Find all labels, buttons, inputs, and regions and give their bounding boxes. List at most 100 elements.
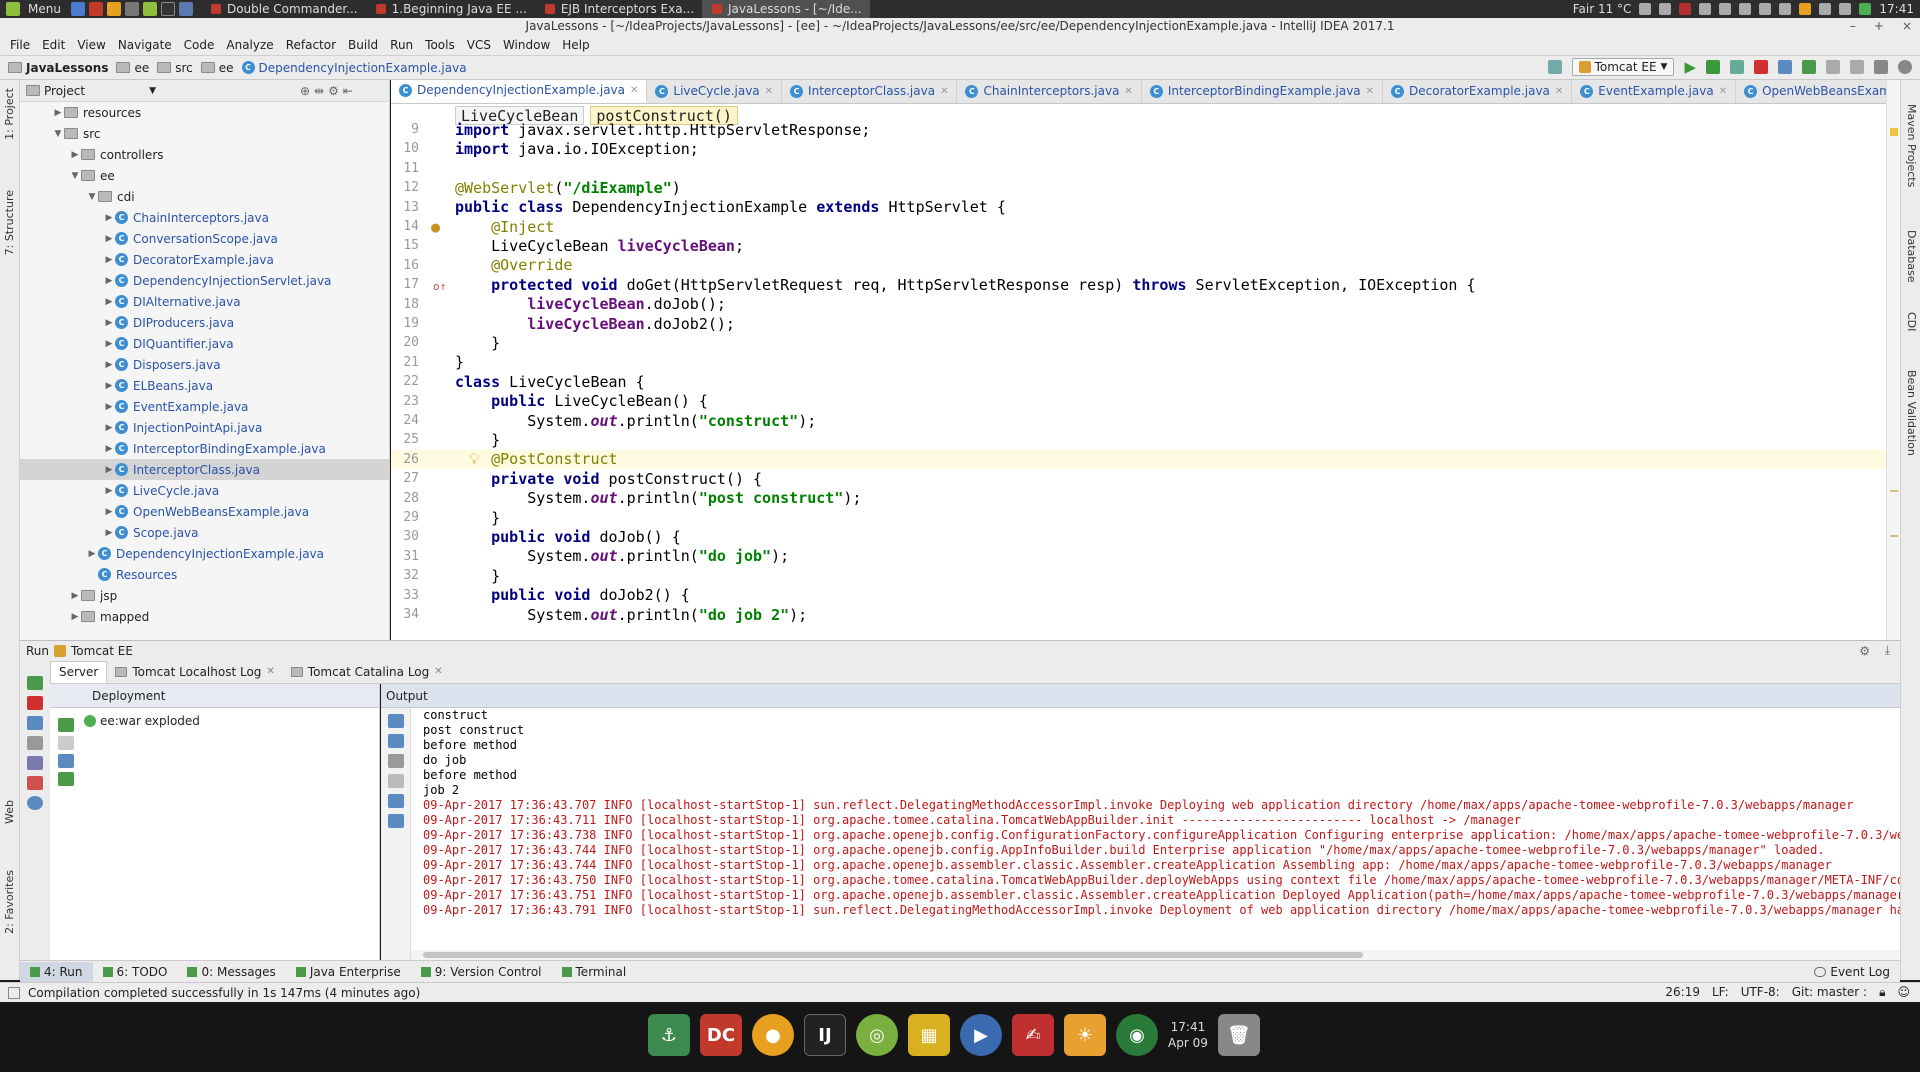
nav-crumb[interactable]: ee [200, 61, 234, 75]
editor-tab[interactable]: C InterceptorClass.java ✕ [782, 80, 958, 103]
menu-navigate[interactable]: Navigate [112, 38, 178, 52]
weather-app-icon[interactable]: ☀ [1064, 1014, 1106, 1056]
tool-tab[interactable]: 0: Messages [177, 962, 285, 982]
code-line[interactable]: 26 💡︎ @PostConstruct [391, 449, 1900, 469]
chevron-right-icon[interactable]: ▶ [103, 213, 115, 223]
help-icon[interactable] [27, 796, 43, 810]
code-line[interactable]: 19 liveCycleBean.doJob2(); [391, 314, 1900, 333]
user-icon[interactable] [1639, 3, 1652, 15]
inspector-icon[interactable]: ☺ [1897, 985, 1910, 1000]
tree-item[interactable]: ▶ C DependencyInjectionServlet.java [20, 270, 389, 291]
tree-item[interactable]: ▶ resources [20, 102, 389, 123]
menu-help[interactable]: Help [556, 38, 595, 52]
warning-marker-icon[interactable] [1890, 128, 1898, 136]
files-app-icon[interactable]: ▦ [908, 1014, 950, 1056]
system-clock[interactable]: 17:41 [1879, 2, 1914, 16]
menu-edit[interactable]: Edit [36, 38, 71, 52]
tool-tab[interactable]: Terminal [552, 962, 637, 982]
chevron-right-icon[interactable]: ▶ [69, 612, 81, 622]
settings-gear-icon[interactable]: ⚙ [328, 84, 339, 98]
chevron-right-icon[interactable]: ▶ [69, 591, 81, 601]
code-line[interactable]: 34 System.out.println("do job 2"); [391, 605, 1900, 624]
terminal-launcher-icon[interactable] [160, 2, 175, 16]
tree-item[interactable]: ▶ C DIAlternative.java [20, 291, 389, 312]
keyboard-layout-icon[interactable] [1679, 3, 1692, 15]
scroll-up-icon[interactable] [388, 714, 404, 728]
app-launcher-icon[interactable] [142, 2, 157, 16]
close-icon[interactable]: ✕ [1366, 86, 1374, 97]
volume-icon[interactable] [1719, 3, 1732, 15]
close-icon[interactable]: ✕ [765, 86, 773, 97]
chevron-right-icon[interactable]: ▶ [103, 465, 115, 475]
tree-item[interactable]: ▶ C InjectionPointApi.java [20, 417, 389, 438]
toggle-tool-windows-icon[interactable] [8, 986, 20, 999]
tree-item[interactable]: ▼ cdi [20, 186, 389, 207]
chrome-icon[interactable]: ● [752, 1014, 794, 1056]
project-structure-icon[interactable] [1874, 60, 1888, 74]
chevron-right-icon[interactable]: ▶ [52, 108, 64, 118]
radar-app-icon[interactable]: ◉ [1116, 1014, 1158, 1056]
gutter[interactable]: ● [419, 218, 455, 236]
editor-tab[interactable]: COpenWebBeansExample.java✕ [1736, 80, 1900, 103]
update-app-icon[interactable] [27, 716, 43, 730]
structure-tool-button[interactable]: 7: Structure [3, 190, 16, 255]
code-line[interactable]: 30 public void doJob() { [391, 527, 1900, 546]
media-player-icon[interactable]: ▶ [960, 1014, 1002, 1056]
tree-item[interactable]: ▶ mapped [20, 606, 389, 627]
double-commander-launcher-icon[interactable] [88, 2, 103, 16]
code-line[interactable]: 16 @Override [391, 256, 1900, 275]
trash-icon[interactable]: 🗑︎ [1217, 1014, 1260, 1056]
vcs-history-icon[interactable] [1826, 60, 1840, 74]
project-tool-button[interactable]: 1: Project [3, 88, 16, 140]
code-line[interactable]: 28 System.out.println("post construct"); [391, 489, 1900, 508]
lock-icon[interactable]: 🔒︎ [1879, 985, 1885, 1000]
git-branch[interactable]: Git: master : [1792, 985, 1867, 1000]
chevron-right-icon[interactable]: ▶ [103, 444, 115, 454]
clear-all-icon[interactable] [388, 814, 404, 828]
code-line[interactable]: 17 o↑ protected void doGet(HttpServletReq… [391, 275, 1900, 294]
editor-tab[interactable]: C DecoratorExample.java ✕ [1383, 80, 1573, 103]
chrome-launcher-icon[interactable] [106, 2, 121, 16]
tree-item[interactable]: ▶ C Scope.java [20, 522, 389, 543]
shield-icon[interactable] [1819, 3, 1832, 15]
code-line[interactable]: 20 } [391, 333, 1900, 352]
vcs-update-icon[interactable] [1778, 60, 1792, 74]
stop-icon[interactable] [27, 696, 43, 710]
gutter[interactable]: o↑ [419, 276, 455, 294]
tab-tomcat-localhost-log[interactable]: Tomcat Localhost Log ✕ [107, 661, 282, 683]
pdf-reader-icon[interactable]: ✍ [1012, 1014, 1054, 1056]
code-area[interactable]: 9 import javax.servlet.http.HttpServletRe… [391, 120, 1900, 640]
cdi-tool-button[interactable]: CDI [1905, 312, 1918, 331]
rerun-icon[interactable] [27, 676, 43, 690]
hide-panel-icon[interactable]: ⤓ [1885, 643, 1890, 658]
override-marker-icon[interactable]: o↑ [433, 280, 446, 293]
web-tool-button[interactable]: Web [3, 800, 16, 824]
system-menu-button[interactable]: Menu [0, 2, 69, 16]
tree-item[interactable]: ▶ C DIQuantifier.java [20, 333, 389, 354]
tree-item[interactable]: ▶ C DependencyInjectionExample.java [20, 543, 389, 564]
scroll-down-icon[interactable] [388, 734, 404, 748]
code-line[interactable]: 33 public void doJob2() { [391, 586, 1900, 605]
intellij-idea-icon[interactable]: IJ [804, 1014, 846, 1056]
menu-view[interactable]: View [71, 38, 111, 52]
code-line[interactable]: 18 liveCycleBean.doJob(); [391, 295, 1900, 314]
menu-tools[interactable]: Tools [419, 38, 461, 52]
code-line[interactable]: 25 } [391, 430, 1900, 449]
menu-run[interactable]: Run [384, 38, 419, 52]
chrome-tray-icon[interactable] [1799, 3, 1812, 15]
menu-analyze[interactable]: Analyze [220, 38, 279, 52]
code-line[interactable]: 12 @WebServlet("/diExample") [391, 178, 1900, 197]
code-line[interactable]: 29 } [391, 508, 1900, 527]
chevron-right-icon[interactable]: ▶ [103, 402, 115, 412]
chevron-right-icon[interactable]: ▶ [103, 486, 115, 496]
chevron-down-icon[interactable]: ▼ [69, 171, 81, 181]
chevron-down-icon[interactable]: ▼ [52, 129, 64, 139]
code-line[interactable]: 9 import javax.servlet.http.HttpServletRe… [391, 120, 1900, 139]
debug-icon[interactable] [1706, 60, 1720, 74]
tree-item[interactable]: ▶ C DIProducers.java [20, 312, 389, 333]
nav-crumb[interactable]: src [157, 61, 193, 75]
editor-tab[interactable]: C EventExample.java ✕ [1572, 80, 1737, 103]
double-commander-icon[interactable]: DC [700, 1014, 742, 1056]
files-launcher-icon[interactable] [124, 2, 139, 16]
close-icon[interactable]: ✕ [1555, 86, 1563, 97]
